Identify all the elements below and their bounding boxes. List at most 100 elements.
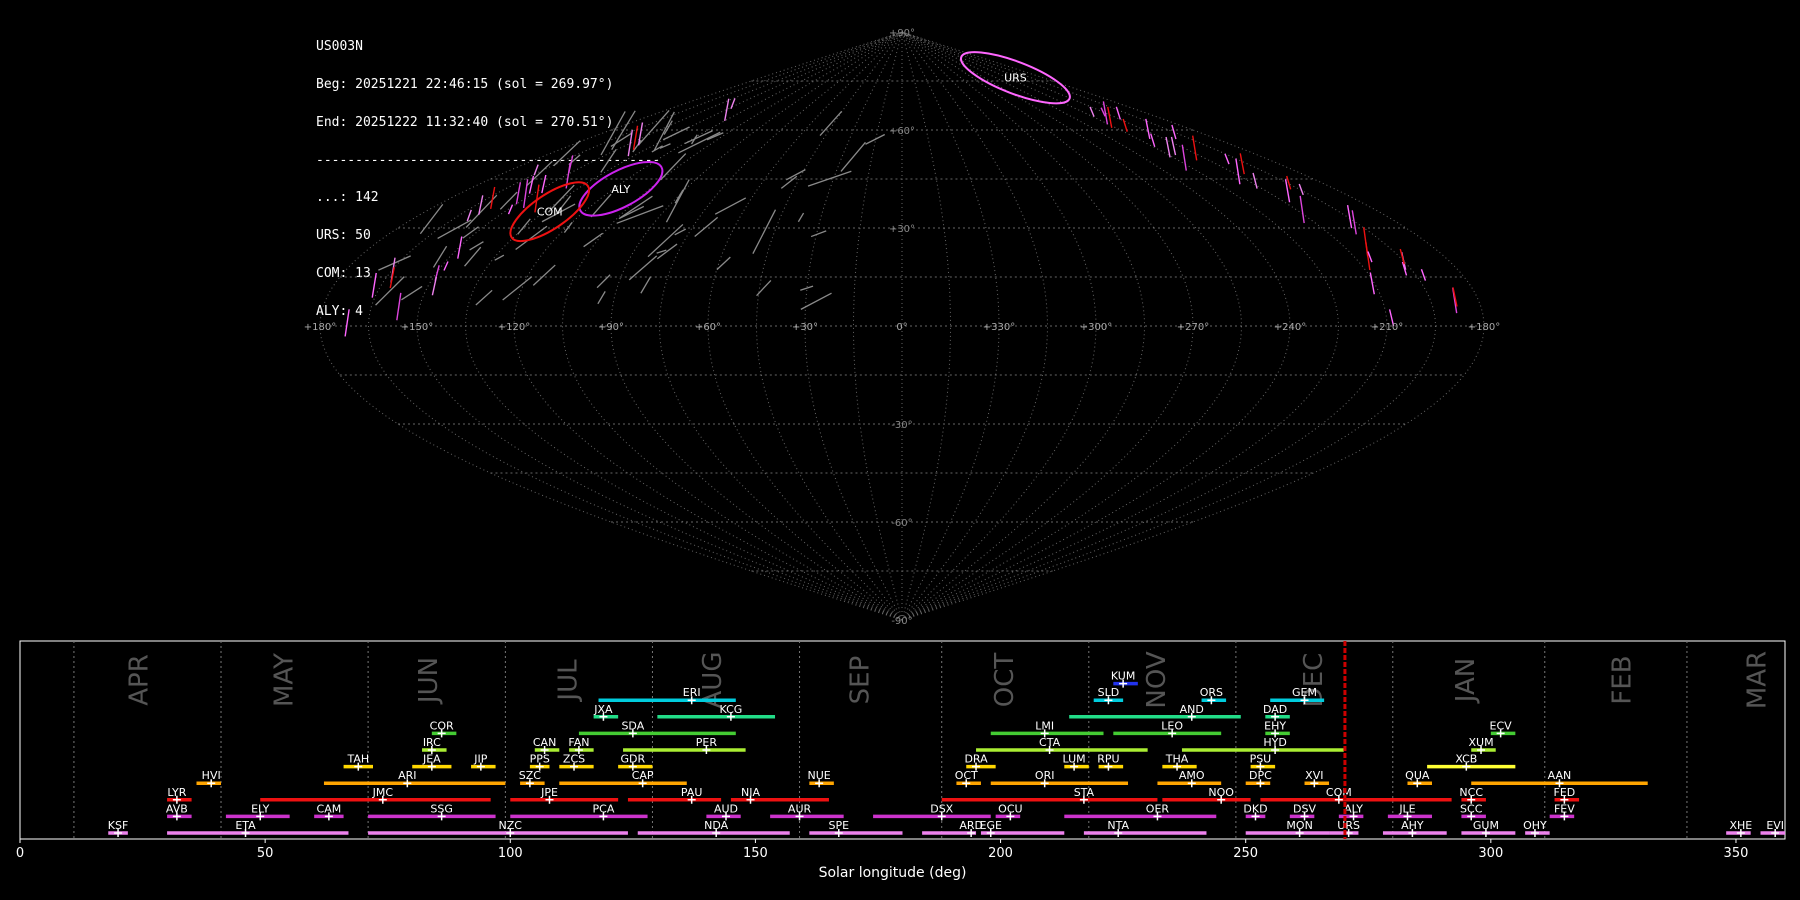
lon-tick-label: +180° <box>1468 322 1500 333</box>
shower-meteor-track <box>730 98 736 109</box>
sporadic-meteor-track <box>419 203 444 235</box>
shower-label: NIA <box>741 786 760 799</box>
shower-label: ARI <box>398 769 416 782</box>
sporadic-meteor-track <box>684 130 713 145</box>
meridian-line <box>901 31 1388 621</box>
shower-meteor-track <box>1115 106 1122 120</box>
lon-tick-label: +180° <box>304 322 336 333</box>
shower-meteor-track <box>1181 144 1187 171</box>
x-tick-label: 200 <box>988 846 1013 861</box>
shower-label: SSG <box>430 802 453 815</box>
shower-label: EHY <box>1264 719 1286 732</box>
shower-label: DPC <box>1249 769 1272 782</box>
shower-label: PCA <box>593 802 615 815</box>
shower-label: AHY <box>1401 819 1424 832</box>
shower-meteor-track <box>1298 183 1304 196</box>
lon-tick-label: +240° <box>1274 322 1306 333</box>
sporadic-meteor-track <box>756 279 772 297</box>
radiant-label: COM <box>537 206 563 219</box>
shower-label: SLD <box>1098 686 1120 699</box>
shower-meteor-track <box>1191 135 1198 161</box>
shower-meteor-track <box>1170 136 1177 156</box>
shower-label: GUM <box>1473 819 1499 832</box>
x-tick-label: 250 <box>1233 846 1258 861</box>
shower-label: TAH <box>346 753 369 766</box>
shower-label: OER <box>1146 802 1170 815</box>
shower-label: LEO <box>1161 719 1183 732</box>
sporadic-meteor-track <box>807 170 852 187</box>
lon-tick-label: +150° <box>401 322 433 333</box>
shower-label: EVI <box>1766 819 1784 832</box>
shower-label: GDR <box>621 753 646 766</box>
sporadic-meteor-track <box>583 232 603 248</box>
shower-label: DKD <box>1243 802 1267 815</box>
lon-tick-label: +270° <box>1177 322 1209 333</box>
shower-label: FED <box>1554 786 1576 799</box>
shower-label: NCC <box>1459 786 1483 799</box>
lat-tick-label: +90° <box>889 28 915 39</box>
meridian-line <box>416 31 903 621</box>
shower-label: GEM <box>1292 686 1317 699</box>
shower-label: HYD <box>1263 736 1286 749</box>
shower-meteor-track <box>1252 172 1258 189</box>
sporadic-meteor-track <box>600 149 617 173</box>
month-label: NOV <box>1142 651 1172 708</box>
shower-label: JXA <box>593 703 613 716</box>
sporadic-meteor-track <box>494 254 505 261</box>
shower-label: JLE <box>1398 802 1415 815</box>
shower-label: KSF <box>108 819 129 832</box>
sporadic-meteor-track <box>716 256 731 271</box>
shower-label: PSU <box>1250 753 1272 766</box>
sporadic-meteor-track <box>525 160 553 187</box>
sporadic-meteor-track <box>810 230 827 238</box>
shower-label: JMC <box>372 786 394 799</box>
radiant-label: ALY <box>611 183 630 196</box>
shower-label: CTA <box>1039 736 1061 749</box>
x-tick-label: 100 <box>498 846 523 861</box>
lon-tick-label: 0° <box>896 322 907 333</box>
sporadic-meteor-track <box>674 189 684 204</box>
lon-tick-label: +330° <box>983 322 1015 333</box>
shower-meteor-track <box>344 309 350 337</box>
sporadic-meteor-track <box>694 216 719 238</box>
sporadic-meteor-track <box>797 212 805 223</box>
shower-meteor-track <box>431 276 438 296</box>
sporadic-meteor-track <box>628 255 658 281</box>
sporadic-meteor-track <box>785 169 806 181</box>
shower-label: EGE <box>980 819 1002 832</box>
shower-meteor-track <box>1122 118 1128 132</box>
shower-label: DSX <box>930 802 953 815</box>
shower-label: XUM <box>1468 736 1493 749</box>
shower-label: MON <box>1286 819 1312 832</box>
sporadic-meteor-track <box>819 110 843 137</box>
shower-label: PAU <box>681 786 703 799</box>
shower-label: AUR <box>788 802 812 815</box>
sporadic-meteor-track <box>647 223 684 258</box>
lat-tick-label: -30° <box>891 420 912 431</box>
sporadic-meteor-track <box>610 132 633 148</box>
shower-label: NOO <box>1208 786 1234 799</box>
shower-label: ORI <box>1035 769 1055 782</box>
sporadic-meteor-track <box>659 153 687 181</box>
sporadic-meteor-track <box>499 191 518 210</box>
shower-label: XHE <box>1729 819 1752 832</box>
sporadic-meteor-track <box>563 221 573 233</box>
month-label: SEP <box>845 656 875 705</box>
shower-meteor-track <box>507 204 514 215</box>
shower-label: HVI <box>202 769 221 782</box>
shower-label: AMO <box>1179 769 1205 782</box>
sporadic-meteor-track <box>475 289 493 306</box>
sporadic-meteor-track <box>596 274 611 289</box>
month-label: FEB <box>1608 655 1638 704</box>
sporadic-meteor-track <box>752 209 777 254</box>
shower-label: QUA <box>1405 769 1430 782</box>
shower-label: JEA <box>422 753 441 766</box>
shower-meteor-track <box>522 179 529 209</box>
shower-meteor-track <box>533 164 539 176</box>
shower-meteor-track <box>1235 158 1241 185</box>
shower-label: AVB <box>166 802 188 815</box>
shower-meteor-track <box>1369 272 1375 295</box>
sporadic-meteor-track <box>865 133 886 145</box>
shower-label: PPS <box>530 753 550 766</box>
sporadic-meteor-track <box>651 145 663 153</box>
